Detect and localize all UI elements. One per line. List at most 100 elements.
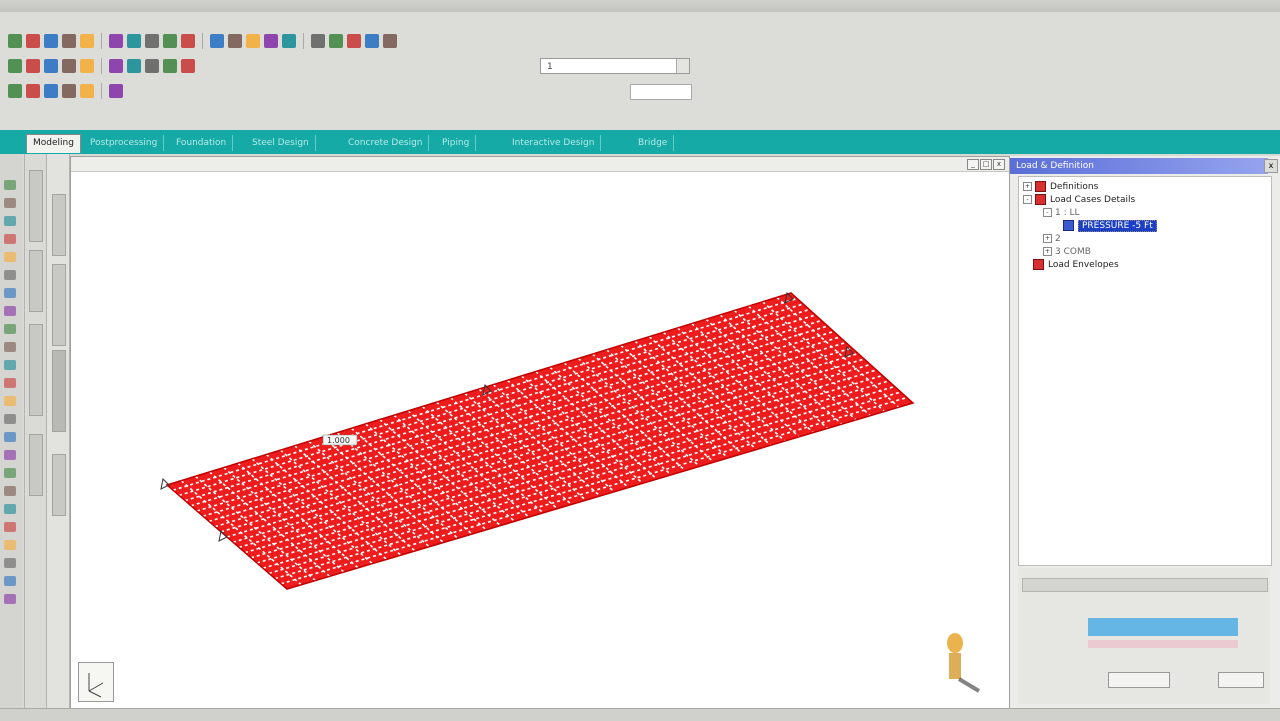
print-icon[interactable] — [62, 34, 76, 48]
structure-render[interactable]: 1.000 — [71, 157, 1009, 709]
vtab-load-definition[interactable] — [52, 350, 66, 432]
tree-node-case-3[interactable]: +3 COMB — [1043, 246, 1091, 258]
open-icon[interactable] — [26, 34, 40, 48]
redo-icon[interactable] — [109, 34, 123, 48]
measure-icon[interactable] — [80, 84, 94, 98]
tool-icon[interactable] — [4, 396, 16, 406]
query-icon[interactable] — [109, 84, 123, 98]
tool-icon[interactable] — [4, 270, 16, 280]
panel-close-icon[interactable]: x — [1264, 159, 1278, 173]
tab-modeling[interactable]: Modeling — [26, 134, 81, 153]
paste-icon[interactable] — [163, 34, 177, 48]
beam-icon[interactable] — [282, 34, 296, 48]
divider-bar[interactable] — [1022, 578, 1268, 592]
plate-icon[interactable] — [311, 34, 325, 48]
add-button-row[interactable] — [1088, 618, 1238, 636]
tool-icon[interactable] — [4, 306, 16, 316]
zoom-in-icon[interactable] — [80, 59, 94, 73]
zoom-out-icon[interactable] — [109, 59, 123, 73]
expand-icon[interactable]: + — [1043, 234, 1052, 243]
pan-icon[interactable] — [210, 34, 224, 48]
grid-icon[interactable] — [163, 59, 177, 73]
model-viewport[interactable]: _ □ x 1.000 — [70, 156, 1010, 710]
tool-icon[interactable] — [4, 360, 16, 370]
tool-icon[interactable] — [4, 594, 16, 604]
axis-triad[interactable] — [78, 662, 114, 702]
chevron-down-icon[interactable] — [676, 59, 689, 73]
side-tab-output[interactable] — [29, 434, 43, 496]
view-front-icon[interactable] — [8, 59, 22, 73]
plate-mesh[interactable] — [167, 293, 913, 589]
tab-piping[interactable]: Piping — [436, 135, 477, 151]
tool-icon[interactable] — [4, 522, 16, 532]
tab-steel-design[interactable]: Steel Design — [246, 135, 316, 151]
collapse-icon[interactable]: - — [1023, 195, 1032, 204]
tool-icon[interactable] — [4, 486, 16, 496]
fit-icon[interactable] — [127, 59, 141, 73]
coordinate-field[interactable] — [630, 84, 692, 100]
tool-icon[interactable] — [4, 342, 16, 352]
tab-concrete-design[interactable]: Concrete Design — [342, 135, 430, 151]
tab-bridge[interactable]: Bridge — [632, 135, 675, 151]
load-icon[interactable] — [365, 34, 379, 48]
view-top-icon[interactable] — [44, 59, 58, 73]
side-tab-geometry[interactable] — [29, 170, 43, 242]
select-icon[interactable] — [246, 34, 260, 48]
tree-node-load-envelopes[interactable]: Load Envelopes — [1033, 259, 1119, 271]
tool-icon[interactable] — [4, 576, 16, 586]
select-beam-icon[interactable] — [26, 84, 40, 98]
tool-icon[interactable] — [4, 378, 16, 388]
snap-icon[interactable] — [181, 59, 195, 73]
label-icon[interactable] — [145, 59, 159, 73]
tool-icon[interactable] — [4, 180, 16, 190]
tool-icon[interactable] — [4, 288, 16, 298]
iso-icon[interactable] — [62, 59, 76, 73]
select-node-icon[interactable] — [8, 84, 22, 98]
rotate-icon[interactable] — [228, 34, 242, 48]
view-side-icon[interactable] — [26, 59, 40, 73]
tool-icon[interactable] — [4, 540, 16, 550]
filter-icon[interactable] — [62, 84, 76, 98]
tree-node-pressure-load[interactable]: PRESSURE -5 Ft — [1063, 220, 1157, 232]
undo-icon[interactable] — [80, 34, 94, 48]
solid-icon[interactable] — [329, 34, 343, 48]
tab-foundation[interactable]: Foundation — [170, 135, 234, 151]
save-icon[interactable] — [44, 34, 58, 48]
tab-interactive-design[interactable]: Interactive Design — [506, 135, 602, 151]
vtab-setup[interactable] — [52, 194, 66, 256]
expand-icon[interactable]: + — [1043, 247, 1052, 256]
tab-postprocessing[interactable]: Postprocessing — [84, 135, 165, 151]
tree-node-definitions[interactable]: + Definitions — [1023, 181, 1098, 193]
side-tab-analysis[interactable] — [29, 324, 43, 416]
tool-icon[interactable] — [4, 450, 16, 460]
render-icon[interactable] — [383, 34, 397, 48]
tool-icon[interactable] — [4, 216, 16, 226]
tool-icon[interactable] — [4, 252, 16, 262]
assign-button[interactable] — [1108, 672, 1170, 688]
tool-icon[interactable] — [4, 198, 16, 208]
support-icon[interactable] — [347, 34, 361, 48]
vtab-analysis[interactable] — [52, 454, 66, 516]
select-plate-icon[interactable] — [44, 84, 58, 98]
tool-icon[interactable] — [4, 414, 16, 424]
collapse-icon[interactable]: - — [1043, 208, 1052, 217]
tool-icon[interactable] — [4, 432, 16, 442]
node-icon[interactable] — [264, 34, 278, 48]
new-icon[interactable] — [8, 34, 22, 48]
tree-node-load-cases[interactable]: - Load Cases Details — [1023, 194, 1135, 206]
tree-node-case-1[interactable]: -1 : LL — [1043, 207, 1080, 219]
vtab-general[interactable] — [52, 264, 66, 346]
tool-icon[interactable] — [4, 558, 16, 568]
copy-icon[interactable] — [145, 34, 159, 48]
tool-icon[interactable] — [4, 504, 16, 514]
tool-icon[interactable] — [4, 234, 16, 244]
zoom-icon[interactable] — [181, 34, 195, 48]
tool-icon[interactable] — [4, 324, 16, 334]
load-case-combo[interactable]: 1 — [540, 58, 690, 74]
close-button[interactable] — [1218, 672, 1264, 688]
expand-icon[interactable]: + — [1023, 182, 1032, 191]
cut-icon[interactable] — [127, 34, 141, 48]
tree-node-case-2[interactable]: +2 — [1043, 233, 1061, 245]
tool-icon[interactable] — [4, 468, 16, 478]
side-tab-general[interactable] — [29, 250, 43, 312]
